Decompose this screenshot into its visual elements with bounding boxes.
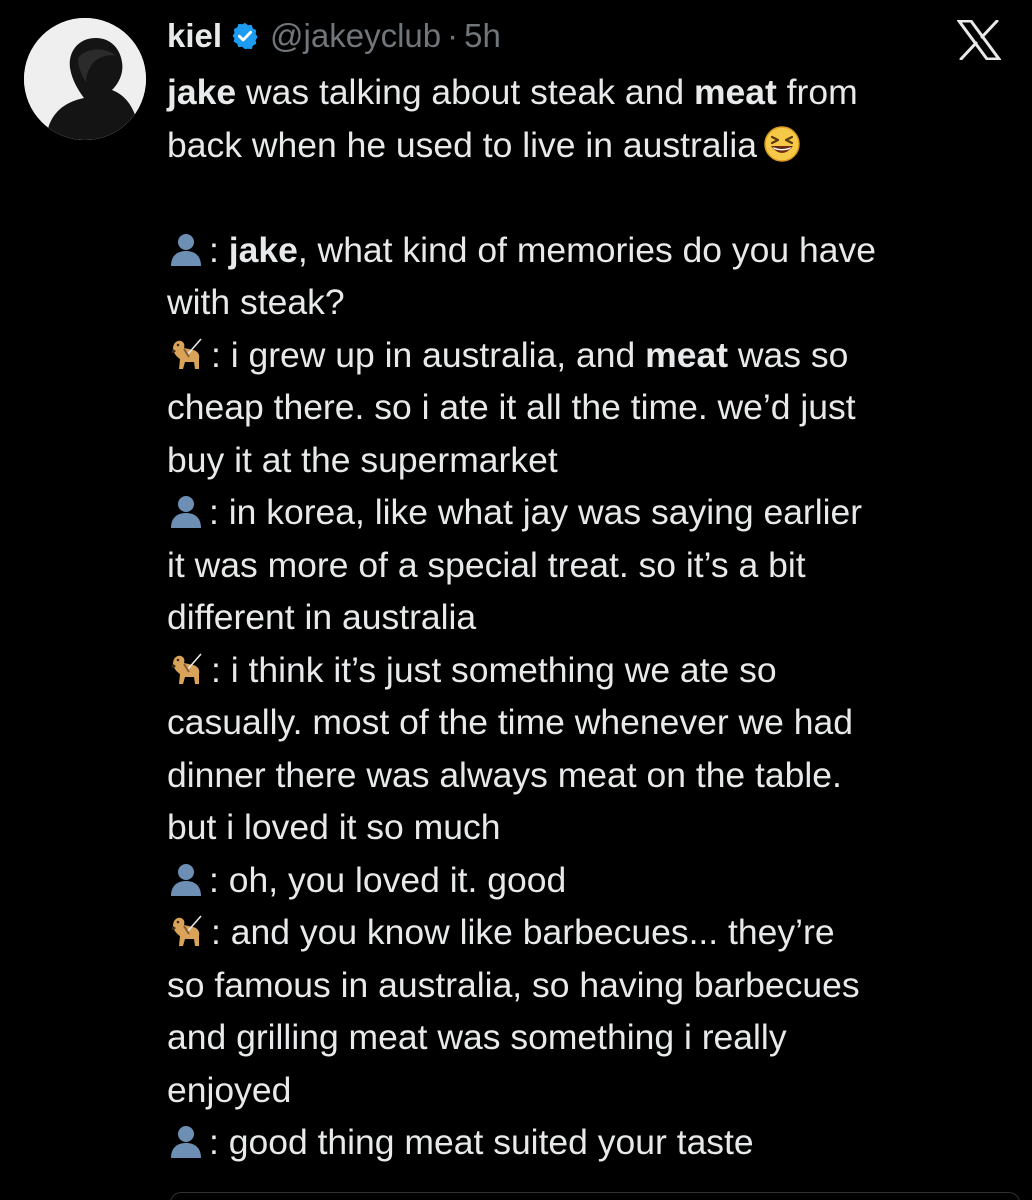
- tweet-line: : jake, what kind of memories do you hav…: [167, 224, 1017, 277]
- profile-photo-icon: [24, 18, 146, 140]
- tweet-line: : in korea, like what jay was saying ear…: [167, 486, 1017, 539]
- tweet-line: with steak?: [167, 282, 345, 322]
- tweet-line: and grilling meat was something i really: [167, 1017, 787, 1057]
- tweet-text: jake was talking about steak and meat fr…: [167, 66, 1017, 1169]
- tweet-line: so famous in australia, so having barbec…: [167, 964, 860, 1005]
- tweet-line: it was more of a special treat. so it’s …: [167, 544, 806, 585]
- guide-dog-icon: [167, 912, 205, 950]
- tweet-line: buy it at the supermarket: [167, 439, 558, 480]
- guide-dog-icon: [167, 650, 205, 688]
- tweet-line: but i loved it so much: [167, 807, 501, 847]
- tweet-line: : and you know like barbecues... they’re: [167, 906, 1017, 959]
- bust-silhouette-icon: [167, 860, 205, 898]
- tweet-line: : oh, you loved it. good: [167, 854, 1017, 907]
- tweet-line: back when he used to live in australia: [167, 119, 1017, 172]
- tweet-line: dinner there was always meat on the tabl…: [167, 754, 842, 795]
- tweet-line: cheap there. so i ate it all the time. w…: [167, 387, 856, 427]
- timestamp[interactable]: 5h: [464, 17, 501, 55]
- tweet-line: enjoyed: [167, 1069, 292, 1110]
- author-display-name[interactable]: kiel: [167, 17, 222, 55]
- tweet-line: : i grew up in australia, and meat was s…: [167, 329, 1017, 382]
- tweet[interactable]: kiel @jakeyclub · 5h jake was talking ab…: [0, 0, 1032, 1200]
- bust-silhouette-icon: [167, 492, 205, 530]
- tweet-line: casually. most of the time whenever we h…: [167, 702, 854, 742]
- guide-dog-icon: [167, 335, 205, 373]
- author-handle[interactable]: @jakeyclub: [270, 17, 441, 55]
- x-logo-icon: [956, 19, 1002, 61]
- tweet-header: kiel @jakeyclub · 5h: [167, 14, 501, 58]
- media-card-edge[interactable]: [170, 1192, 1020, 1200]
- mention-jake: jake: [167, 72, 237, 112]
- header-separator: ·: [447, 17, 459, 54]
- tweet-line: different in australia: [167, 597, 477, 637]
- verified-badge-icon: [230, 21, 260, 51]
- bust-silhouette-icon: [167, 1122, 205, 1160]
- tweet-line: : good thing meat suited your taste: [167, 1116, 1017, 1169]
- grinning-squinting-face-icon: [763, 125, 801, 163]
- tweet-line: jake was talking about steak and meat fr…: [167, 72, 858, 112]
- avatar[interactable]: [24, 18, 146, 140]
- bust-silhouette-icon: [167, 230, 205, 268]
- tweet-line: : i think it’s just something we ate so: [167, 644, 1017, 697]
